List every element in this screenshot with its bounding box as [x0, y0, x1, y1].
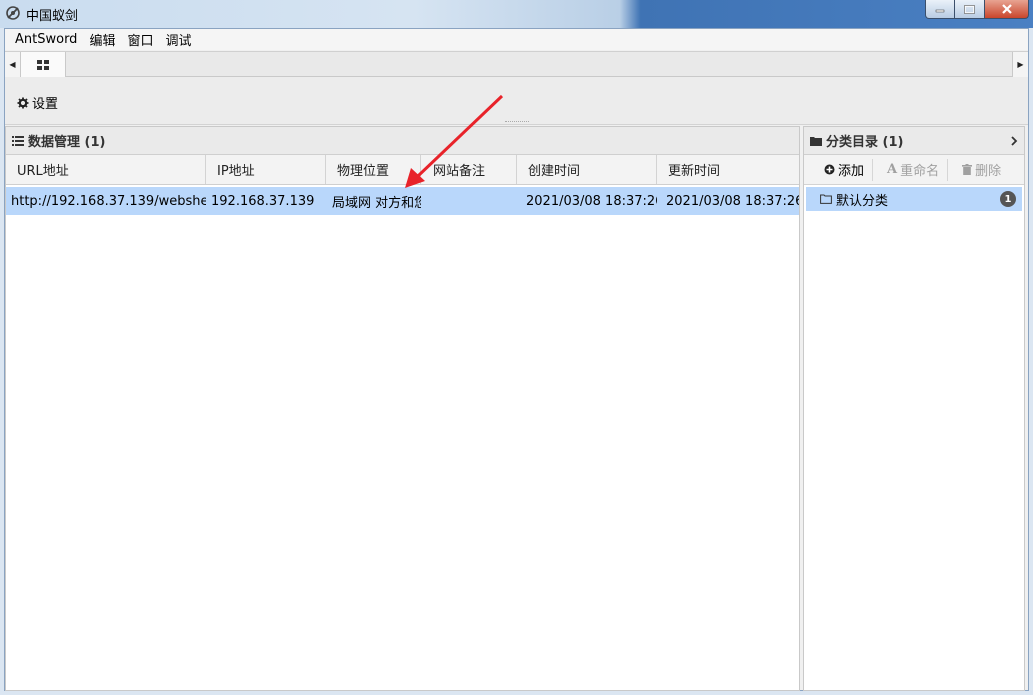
triangle-left-icon: ◀: [9, 60, 16, 69]
app-client-area: AntSword 编辑 窗口 调试 ◀ ▶ 设置 数据管理 (1) URL地址 …: [4, 28, 1029, 691]
category-title-group: 分类目录 (1): [810, 131, 903, 150]
data-panel-header: 数据管理 (1): [6, 127, 799, 155]
toolbar: 设置: [5, 77, 1028, 125]
cell-note: [421, 187, 517, 215]
add-category-label: 添加: [838, 164, 865, 179]
cell-ip: 192.168.37.139: [211, 193, 315, 209]
cell-location: 局域网 对方和您在同一内部网: [332, 195, 421, 211]
cell-created: 2021/03/08 18:37:26: [526, 193, 657, 209]
column-header-ip[interactable]: IP地址: [206, 155, 326, 184]
menu-debug[interactable]: 调试: [159, 30, 197, 49]
category-panel-header: 分类目录 (1): [804, 127, 1024, 155]
cell-updated: 2021/03/08 18:37:26: [666, 193, 799, 209]
gear-icon: [17, 97, 29, 108]
delete-category-button[interactable]: 删除: [948, 159, 1009, 181]
trash-icon: [962, 164, 973, 175]
maximize-button[interactable]: [955, 0, 985, 19]
settings-label: 设置: [32, 97, 59, 112]
column-header-url[interactable]: URL地址: [6, 155, 206, 184]
category-item-default[interactable]: 默认分类 1: [806, 187, 1022, 211]
tab-scroll-right-button[interactable]: ▶: [1012, 52, 1028, 77]
toolbar-resize-grip[interactable]: [505, 121, 529, 123]
category-toolbar: 添加 A 重命名 删除: [804, 155, 1024, 185]
grid-icon: [37, 59, 49, 70]
triangle-right-icon: ▶: [1017, 60, 1024, 69]
minimize-button[interactable]: [925, 0, 955, 19]
table-row[interactable]: http://192.168.37.139/webshell.php 192.1…: [6, 187, 799, 215]
menu-window[interactable]: 窗口: [121, 30, 159, 49]
delete-category-label: 删除: [975, 164, 1002, 179]
folder-outline-icon: [820, 194, 832, 204]
add-category-button[interactable]: 添加: [816, 158, 874, 181]
category-count-badge: 1: [1000, 191, 1016, 207]
tab-bar: ◀ ▶: [5, 51, 1028, 77]
tab-scroll-left-button[interactable]: ◀: [5, 52, 21, 77]
window-titlebar: 中国蚁剑: [0, 0, 1033, 28]
column-header-location[interactable]: 物理位置: [326, 155, 421, 184]
settings-button[interactable]: 设置: [17, 93, 58, 112]
window-title: 中国蚁剑: [26, 9, 79, 24]
window-controls: [925, 0, 1029, 19]
menu-antsword[interactable]: AntSword: [9, 32, 83, 47]
font-a-icon: A: [887, 162, 898, 177]
maximize-icon: [964, 4, 975, 14]
tab-home[interactable]: [21, 52, 66, 77]
minimize-icon: [935, 9, 945, 13]
data-panel-title: 数据管理 (1): [28, 135, 106, 150]
close-button[interactable]: [985, 0, 1029, 19]
menu-edit[interactable]: 编辑: [83, 30, 121, 49]
plus-circle-icon: [824, 164, 835, 175]
folder-icon: [810, 136, 822, 146]
category-panel: 分类目录 (1) 添加 A 重命名 删除 默认分类 1: [803, 126, 1025, 691]
data-grid-header: URL地址 IP地址 物理位置 网站备注 创建时间 更新时间: [6, 155, 799, 185]
rename-category-label: 重命名: [900, 164, 940, 179]
category-item-label: 默认分类: [836, 193, 889, 209]
column-header-created[interactable]: 创建时间: [517, 155, 657, 184]
chevron-right-icon[interactable]: [1010, 135, 1018, 146]
close-icon: [1001, 4, 1012, 14]
column-header-note[interactable]: 网站备注: [421, 155, 517, 184]
list-icon: [12, 135, 24, 146]
data-management-panel: 数据管理 (1) URL地址 IP地址 物理位置 网站备注 创建时间 更新时间 …: [5, 126, 800, 691]
rename-category-button[interactable]: A 重命名: [873, 158, 949, 181]
antsword-logo-icon: [6, 6, 20, 20]
cell-url: http://192.168.37.139/webshell.php: [11, 193, 206, 209]
menu-bar: AntSword 编辑 窗口 调试: [5, 29, 1028, 50]
column-header-updated[interactable]: 更新时间: [657, 155, 799, 184]
category-panel-title: 分类目录 (1): [826, 135, 904, 150]
